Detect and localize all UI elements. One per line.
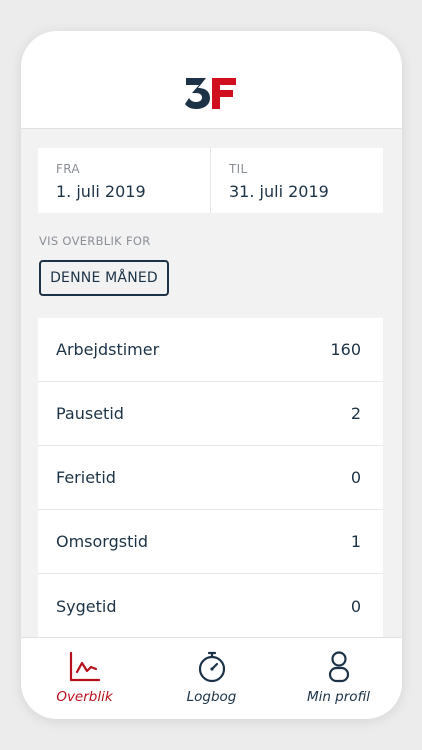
overview-for-label: VIS OVERBLIK FOR: [39, 234, 151, 248]
stat-label: Sygetid: [56, 596, 117, 616]
bottom-tab-bar: Overblik Logbog Min profil: [21, 637, 402, 719]
stat-value: 0: [350, 468, 361, 487]
tab-label: Min profil: [306, 689, 371, 705]
to-date-field[interactable]: TIL 31. juli 2019: [210, 148, 383, 213]
from-date-field[interactable]: FRA 1. juli 2019: [38, 148, 210, 213]
date-range-card: FRA 1. juli 2019 TIL 31. juli 2019: [38, 148, 383, 213]
app-header: [21, 31, 402, 129]
stat-value: 2: [350, 404, 361, 423]
stat-value: 160: [330, 340, 361, 359]
phone-frame: FRA 1. juli 2019 TIL 31. juli 2019 VIS O…: [21, 31, 402, 719]
stat-value: 0: [350, 596, 361, 616]
chart-icon: [69, 651, 100, 682]
stat-label: Arbejdstimer: [56, 340, 160, 359]
from-date-label: FRA: [56, 162, 80, 176]
stopwatch-icon: [198, 651, 225, 683]
from-date-value: 1. juli 2019: [56, 182, 146, 201]
stat-row-pausetid: Pausetid 2: [38, 382, 383, 446]
to-date-value: 31. juli 2019: [229, 182, 329, 201]
3f-logo: [185, 78, 236, 109]
stat-value: 1: [350, 532, 361, 551]
stat-row-ferietid: Ferietid 0: [38, 446, 383, 510]
to-date-label: TIL: [229, 162, 248, 176]
stat-label: Omsorgstid: [56, 532, 148, 551]
stats-list: Arbejdstimer 160 Pausetid 2 Ferietid 0 O…: [38, 318, 383, 638]
stat-label: Pausetid: [56, 404, 124, 423]
tab-min-profil[interactable]: Min profil: [275, 638, 402, 719]
stat-row-sygetid: Sygetid 0: [38, 574, 383, 638]
tab-overblik[interactable]: Overblik: [21, 638, 148, 719]
tab-label: Logbog: [186, 689, 237, 705]
stat-row-omsorgstid: Omsorgstid 1: [38, 510, 383, 574]
stat-row-arbejdstimer: Arbejdstimer 160: [38, 318, 383, 382]
period-select-button[interactable]: DENNE MÅNED: [39, 260, 169, 296]
tab-logbog[interactable]: Logbog: [148, 638, 275, 719]
person-icon: [328, 651, 349, 683]
stat-label: Ferietid: [56, 468, 116, 487]
tab-label: Overblik: [56, 689, 113, 705]
